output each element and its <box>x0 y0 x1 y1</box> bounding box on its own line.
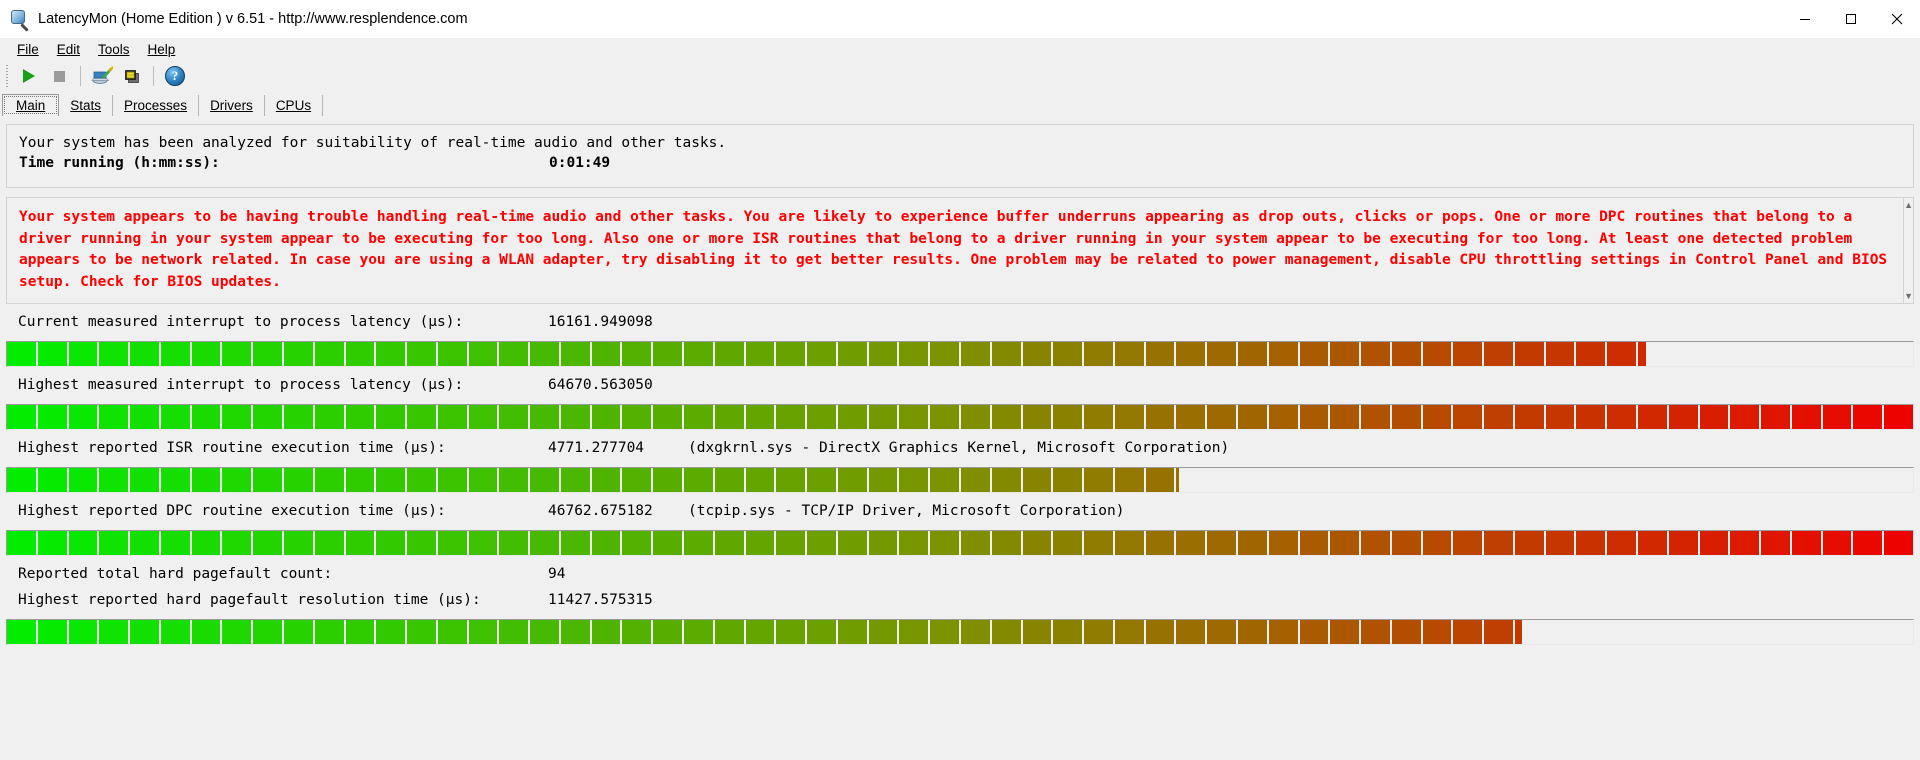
menu-item-file[interactable]: File <box>8 40 48 59</box>
metric-bar-track <box>6 404 1914 430</box>
close-icon <box>1891 13 1903 25</box>
pagefault-bar-fill <box>7 620 1523 644</box>
menu-file-label: File <box>17 41 39 57</box>
metric-label: Current measured interrupt to process la… <box>18 314 464 330</box>
metric-bar-fill <box>7 405 1913 429</box>
metric-label: Highest reported ISR routine execution t… <box>18 440 446 456</box>
help-button[interactable]: ? <box>160 62 190 90</box>
window-title: LatencyMon (Home Edition ) v 6.51 - http… <box>38 11 468 27</box>
app-icon <box>10 9 30 32</box>
time-running-value: 0:01:49 <box>549 155 611 171</box>
metric-hard-pagefaults: Reported total hard pagefault count: 94 … <box>6 566 1914 653</box>
tab-drivers-label: Drivers <box>210 98 253 113</box>
stop-icon <box>53 70 65 82</box>
toolbar-gripper[interactable] <box>4 65 11 87</box>
tab-cpus[interactable]: CPUs <box>265 95 324 116</box>
toolbar-separator-1 <box>80 66 81 86</box>
metrics-area: Current measured interrupt to process la… <box>6 314 1914 655</box>
help-question-icon: ? <box>165 66 185 86</box>
tab-stats-label: Stats <box>70 98 102 113</box>
start-monitoring-button[interactable] <box>14 62 44 90</box>
metric-row: Current measured interrupt to process la… <box>6 314 1914 340</box>
report-wizard-icon <box>91 66 113 84</box>
metric-label: Highest measured interrupt to process la… <box>18 377 464 393</box>
menu-edit-label: Edit <box>56 41 81 57</box>
tab-strip: Main Stats Processes Drivers CPUs <box>0 92 1920 116</box>
warning-area: Your system appears to be having trouble… <box>6 197 1914 304</box>
metric-row: Highest reported ISR routine execution t… <box>6 440 1914 466</box>
main-content: Your system has been analyzed for suitab… <box>0 116 1920 760</box>
close-button[interactable] <box>1874 0 1920 38</box>
tab-drivers[interactable]: Drivers <box>199 95 265 116</box>
time-running-row: Time running (h:mm:ss): 0:01:49 <box>19 151 1901 175</box>
scroll-up-icon[interactable]: ▲ <box>1904 198 1913 212</box>
metric-value: 46762.675182 <box>548 503 653 519</box>
menu-tools-label: Tools <box>98 41 130 57</box>
tab-main[interactable]: Main <box>2 94 60 116</box>
tab-cpus-label: CPUs <box>275 98 312 113</box>
tab-stats[interactable]: Stats <box>59 95 114 116</box>
scroll-down-icon[interactable]: ▼ <box>1904 289 1913 303</box>
copy-windows-icon <box>125 69 139 83</box>
metric-value: 16161.949098 <box>548 314 653 330</box>
tab-processes-label: Processes <box>124 98 188 113</box>
copy-button[interactable] <box>117 62 147 90</box>
report-button[interactable] <box>87 62 117 90</box>
tab-main-label: Main <box>16 98 46 113</box>
time-running-label: Time running (h:mm:ss): <box>19 155 220 171</box>
pagefault-count-row: Reported total hard pagefault count: 94 <box>6 566 1914 592</box>
metric-highest-isr-routine-execution-time: Highest reported ISR routine execution t… <box>6 440 1914 501</box>
title-bar: LatencyMon (Home Edition ) v 6.51 - http… <box>0 0 1920 38</box>
metric-row: Highest measured interrupt to process la… <box>6 377 1914 403</box>
metric-label: Highest reported DPC routine execution t… <box>18 503 446 519</box>
pagefault-count-label: Reported total hard pagefault count: <box>18 566 333 582</box>
toolbar-separator-2 <box>153 66 154 86</box>
metric-highest-dpc-routine-execution-time: Highest reported DPC routine execution t… <box>6 503 1914 564</box>
pagefault-time-row: Highest reported hard pagefault resoluti… <box>6 592 1914 618</box>
metric-extra: (dxgkrnl.sys - DirectX Graphics Kernel, … <box>688 440 1230 456</box>
warning-scrollbar[interactable]: ▲ ▼ <box>1904 197 1914 304</box>
pagefault-time-value: 11427.575315 <box>548 592 653 608</box>
tab-processes[interactable]: Processes <box>113 95 200 116</box>
metric-bar-fill <box>7 342 1647 366</box>
warning-text: Your system appears to be having trouble… <box>19 209 1896 290</box>
metric-highest-interrupt-to-process-latency: Highest measured interrupt to process la… <box>6 377 1914 438</box>
play-icon <box>23 69 35 83</box>
summary-panel: Your system has been analyzed for suitab… <box>6 124 1914 188</box>
metric-extra: (tcpip.sys - TCP/IP Driver, Microsoft Co… <box>688 503 1125 519</box>
stop-monitoring-button[interactable] <box>44 62 74 90</box>
warning-panel: Your system appears to be having trouble… <box>6 197 1905 304</box>
maximize-button[interactable] <box>1828 0 1874 38</box>
analysis-headline: Your system has been analyzed for suitab… <box>19 135 727 151</box>
minimize-button[interactable] <box>1782 0 1828 38</box>
menu-bar: File Edit Tools Help <box>0 38 1920 60</box>
metric-bar-fill <box>7 468 1180 492</box>
metric-bar-track <box>6 341 1914 367</box>
pagefault-count-value: 94 <box>548 566 566 582</box>
maximize-icon <box>1846 14 1856 24</box>
toolbar: ? <box>0 60 1920 92</box>
pagefault-time-label: Highest reported hard pagefault resoluti… <box>18 592 481 608</box>
metric-bar-fill <box>7 531 1913 555</box>
menu-item-help[interactable]: Help <box>139 40 185 59</box>
menu-help-label: Help <box>147 41 176 57</box>
metric-value: 4771.277704 <box>548 440 645 456</box>
metric-current-interrupt-to-process-latency: Current measured interrupt to process la… <box>6 314 1914 375</box>
latencymon-window: LatencyMon (Home Edition ) v 6.51 - http… <box>0 0 1920 760</box>
metric-value: 64670.563050 <box>548 377 653 393</box>
pagefault-bar-track <box>6 619 1914 645</box>
menu-item-tools[interactable]: Tools <box>89 40 139 59</box>
metric-bar-track <box>6 467 1914 493</box>
minimize-icon <box>1800 19 1810 20</box>
metric-bar-track <box>6 530 1914 556</box>
metric-row: Highest reported DPC routine execution t… <box>6 503 1914 529</box>
menu-item-edit[interactable]: Edit <box>48 40 89 59</box>
